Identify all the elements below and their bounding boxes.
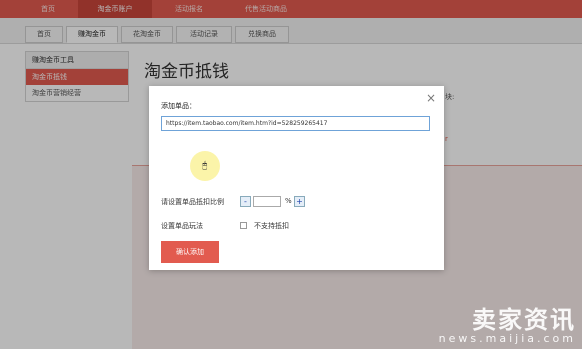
watermark: 卖家资讯 news.maijia.com <box>439 307 576 345</box>
ratio-input[interactable] <box>253 196 281 207</box>
increase-ratio-button[interactable]: + <box>294 196 305 207</box>
watermark-sub: news.maijia.com <box>438 332 576 345</box>
decrease-ratio-button[interactable]: - <box>240 196 251 207</box>
add-item-label: 添加单品： <box>161 102 196 110</box>
no-deduct-label[interactable]: 不支持抵扣 <box>254 221 289 231</box>
close-icon[interactable]: × <box>426 92 436 104</box>
play-label: 设置单品玩法 <box>161 222 203 230</box>
mouse-cursor-icon: 🖰 <box>202 161 208 171</box>
percent-sign: % <box>285 197 292 205</box>
item-url-input[interactable] <box>161 116 430 131</box>
confirm-add-button[interactable]: 确认添加 <box>161 241 219 263</box>
add-item-dialog: × 添加单品： 🖰 请设置单品抵扣比例 - % + 设置单品玩法 不支持抵扣 确… <box>149 86 444 270</box>
watermark-main: 卖家资讯 <box>472 306 576 334</box>
ratio-label: 请设置单品抵扣比例 <box>161 198 224 206</box>
no-deduct-checkbox[interactable] <box>240 222 247 229</box>
